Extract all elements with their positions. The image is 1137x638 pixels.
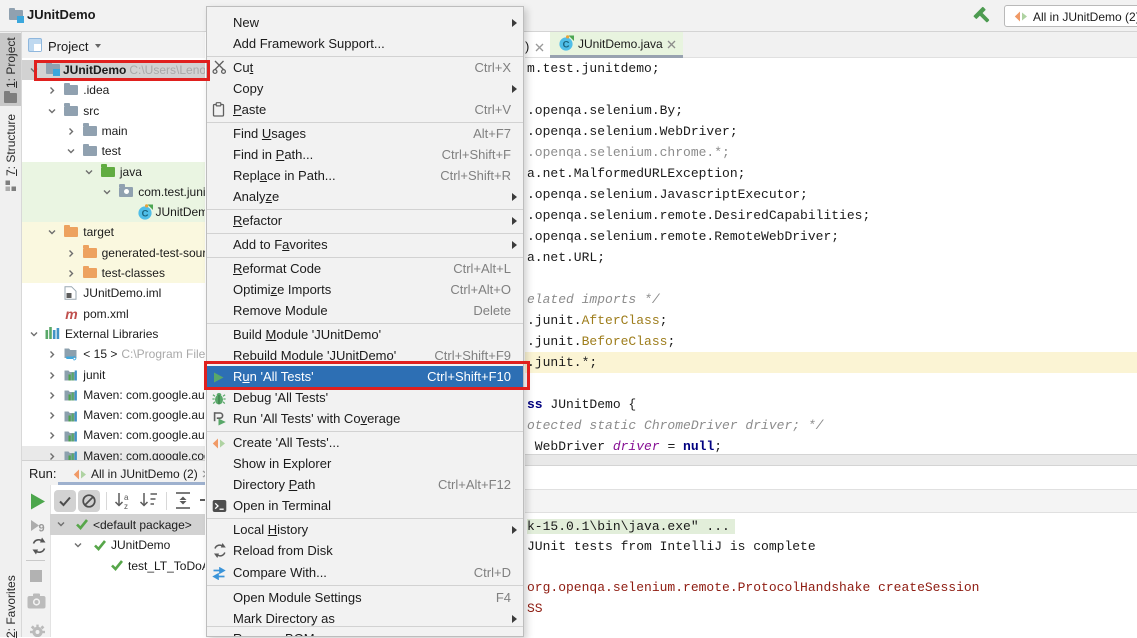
svg-text:C: C <box>563 40 570 51</box>
svg-text:z: z <box>124 502 128 510</box>
svg-text:C: C <box>141 209 148 220</box>
svg-text:a: a <box>124 493 129 502</box>
svg-text:9: 9 <box>39 523 45 535</box>
